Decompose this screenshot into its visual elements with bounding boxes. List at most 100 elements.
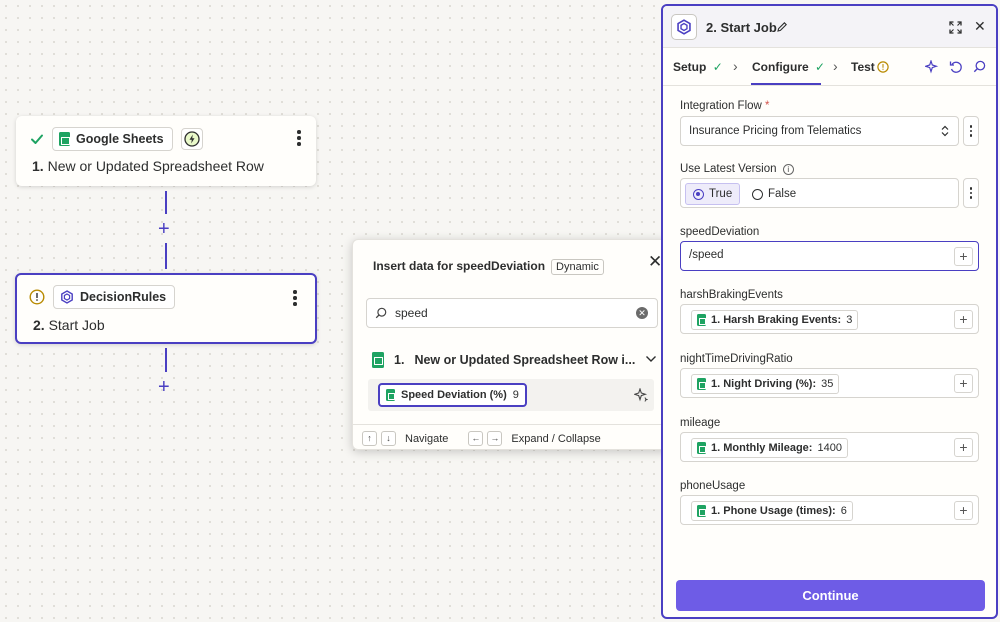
- step-card-header: Google Sheets: [30, 127, 203, 151]
- step-title: 2. Start Job: [33, 317, 105, 333]
- warning-icon: [29, 289, 45, 305]
- mileage-label: mileage: [680, 417, 721, 429]
- up-key-icon: ↑: [362, 431, 377, 446]
- search-icon: [375, 307, 387, 319]
- result-pill[interactable]: Speed Deviation (%) 9: [378, 383, 527, 407]
- integration-flow-select[interactable]: Insurance Pricing from Telematics: [680, 116, 959, 146]
- integration-flow-label: Integration Flow *: [680, 100, 770, 112]
- radio-selected-icon: [693, 188, 704, 200]
- tab-setup[interactable]: Setup ✓: [673, 60, 723, 74]
- radio-unselected-icon: [752, 188, 763, 200]
- speed-deviation-input[interactable]: /speed +: [680, 241, 979, 271]
- harsh-braking-label: harshBrakingEvents: [680, 289, 783, 301]
- active-tab-indicator: [751, 83, 821, 85]
- step-title: 1. New or Updated Spreadsheet Row: [32, 158, 264, 174]
- google-sheets-icon: [372, 352, 384, 368]
- close-panel-icon[interactable]: ✕: [974, 18, 986, 35]
- connector-line: [165, 191, 167, 214]
- result-row[interactable]: Speed Deviation (%) 9: [368, 379, 654, 411]
- add-step-plus-icon[interactable]: +: [158, 219, 170, 239]
- use-latest-version-options-button[interactable]: [963, 178, 979, 208]
- group-title: New or Updated Spreadsheet Row i...: [414, 353, 636, 367]
- search-icon[interactable]: [973, 60, 986, 73]
- google-sheets-icon: [697, 505, 706, 517]
- clear-search-icon[interactable]: ✕: [636, 307, 648, 319]
- info-icon: i: [782, 164, 794, 175]
- add-step-plus-icon[interactable]: +: [158, 377, 170, 397]
- group-header[interactable]: 1. New or Updated Spreadsheet Row i...: [372, 352, 657, 368]
- insert-data-plus-button[interactable]: +: [954, 374, 973, 393]
- select-updown-icon: [941, 125, 949, 137]
- phone-usage-input[interactable]: 1. Phone Usage (times): 6 +: [680, 495, 979, 525]
- google-sheets-icon: [386, 389, 395, 401]
- google-sheets-icon: [59, 132, 70, 146]
- step-config-panel: 2. Start Job ✕ Setup ✓ › Configure ✓ › T…: [661, 4, 998, 619]
- data-pill[interactable]: 1. Monthly Mileage: 1400: [691, 438, 848, 458]
- data-pill[interactable]: 1. Harsh Braking Events: 3: [691, 310, 859, 330]
- mileage-input[interactable]: 1. Monthly Mileage: 1400 +: [680, 432, 979, 462]
- expand-icon[interactable]: [949, 21, 962, 34]
- group-number: 1.: [394, 353, 405, 367]
- insert-data-plus-button[interactable]: +: [954, 247, 973, 266]
- night-time-label: nightTimeDrivingRatio: [680, 353, 793, 365]
- right-key-icon: →: [487, 431, 503, 446]
- app-chip: DecisionRules: [53, 285, 176, 309]
- integration-flow-value: Insurance Pricing from Telematics: [689, 125, 862, 137]
- connector-line: [165, 348, 167, 372]
- trigger-bolt-icon: [180, 128, 203, 150]
- harsh-braking-input[interactable]: 1. Harsh Braking Events: 3 +: [680, 304, 979, 334]
- tab-test[interactable]: Test: [851, 60, 875, 74]
- integration-flow-options-button[interactable]: [963, 116, 979, 146]
- decisionrules-hexagon-icon: [61, 290, 73, 304]
- popup-heading: Insert data for speedDeviation Dynamic: [373, 259, 604, 275]
- chevron-right-icon: ›: [833, 58, 838, 74]
- google-sheets-icon: [697, 442, 706, 454]
- data-pill[interactable]: 1. Night Driving (%): 35: [691, 374, 840, 394]
- expand-hint: Expand / Collapse: [511, 432, 601, 445]
- step-card-decisionrules[interactable]: DecisionRules 2. Start Job: [15, 273, 317, 344]
- check-icon: ✓: [712, 60, 723, 74]
- tab-configure[interactable]: Configure ✓: [752, 60, 825, 74]
- continue-button[interactable]: Continue: [676, 580, 985, 611]
- data-pill[interactable]: 1. Phone Usage (times): 6: [691, 501, 853, 521]
- radio-option-false[interactable]: False: [752, 183, 796, 205]
- dynamic-badge: Dynamic: [551, 259, 604, 275]
- panel-header: 2. Start Job ✕: [663, 6, 996, 48]
- panel-tabs: Setup ✓ › Configure ✓ › Test: [663, 48, 996, 86]
- connector-line: [165, 243, 167, 269]
- check-icon: [31, 134, 43, 144]
- night-time-input[interactable]: 1. Night Driving (%): 35 +: [680, 368, 979, 398]
- warning-icon: [877, 61, 889, 73]
- app-name: Google Sheets: [76, 132, 164, 146]
- radio-option-true[interactable]: True: [685, 183, 741, 205]
- search-input[interactable]: [395, 306, 625, 320]
- chevron-right-icon: ›: [733, 58, 738, 74]
- result-value: 9: [512, 389, 519, 401]
- divider: [353, 424, 669, 425]
- app-chip: Google Sheets: [52, 127, 173, 151]
- left-key-icon: ←: [468, 431, 484, 446]
- phone-usage-label: phoneUsage: [680, 480, 746, 492]
- panel-title: 2. Start Job: [706, 20, 777, 35]
- ai-sparkle-icon[interactable]: [925, 60, 939, 74]
- step-card-google-sheets[interactable]: Google Sheets 1. New or Updated Spreadsh…: [16, 116, 316, 186]
- decisionrules-hexagon-icon: [677, 19, 691, 35]
- down-key-icon: ↓: [381, 431, 396, 446]
- app-name: DecisionRules: [80, 290, 167, 304]
- insert-data-plus-button[interactable]: +: [954, 501, 973, 520]
- refresh-icon[interactable]: [949, 60, 963, 74]
- ai-sparkle-icon[interactable]: [634, 388, 648, 402]
- insert-data-plus-button[interactable]: +: [954, 438, 973, 457]
- navigate-hint: Navigate: [405, 432, 449, 445]
- speed-deviation-value: /speed: [689, 249, 724, 261]
- step-menu-button[interactable]: [292, 290, 298, 306]
- step-menu-button[interactable]: [296, 130, 302, 146]
- step-card-header: DecisionRules: [29, 285, 176, 309]
- speed-deviation-label: speedDeviation: [680, 226, 760, 238]
- edit-pencil-icon[interactable]: [776, 21, 788, 33]
- insert-data-plus-button[interactable]: +: [954, 310, 973, 329]
- search-field[interactable]: ✕: [366, 298, 658, 328]
- chevron-down-icon[interactable]: [645, 355, 657, 363]
- google-sheets-icon: [697, 314, 706, 326]
- use-latest-version-label: Use Latest Version i: [680, 163, 794, 175]
